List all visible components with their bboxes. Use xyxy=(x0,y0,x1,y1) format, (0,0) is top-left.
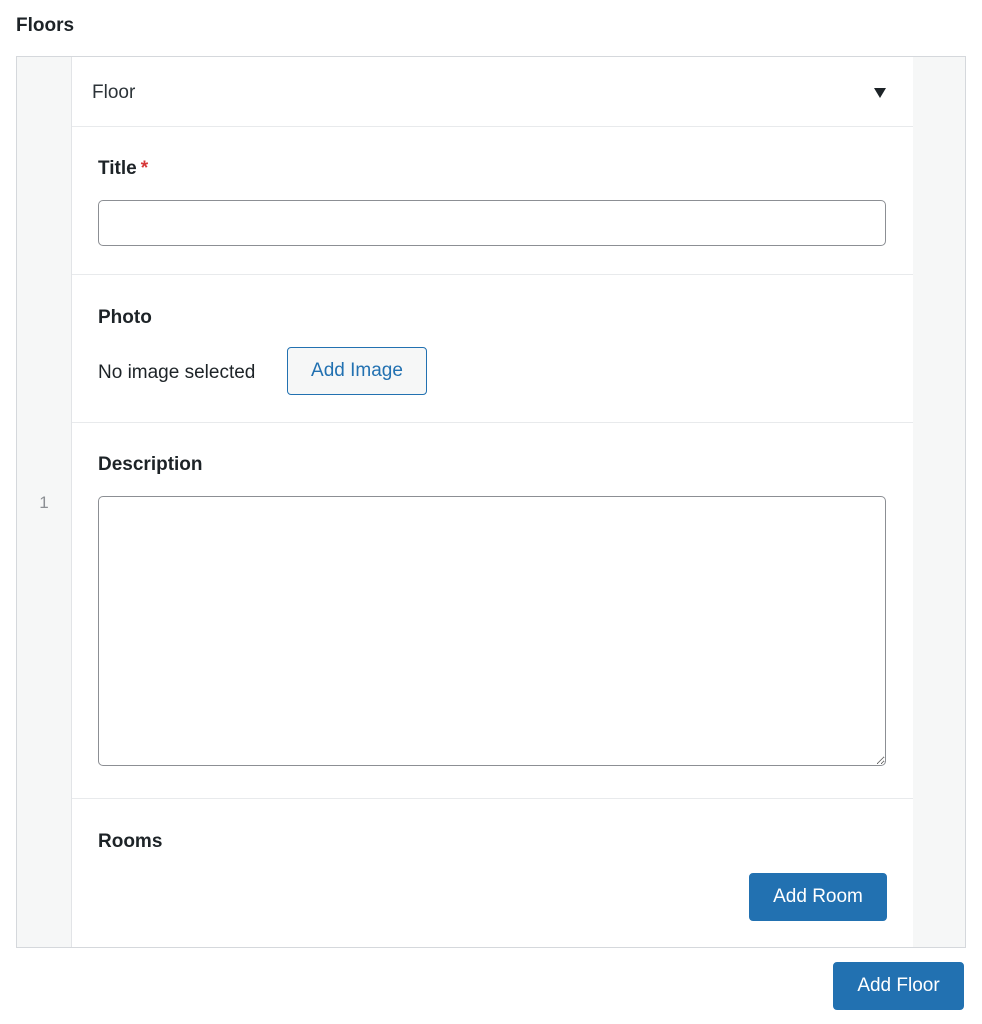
field-title: Title * xyxy=(72,127,913,275)
required-mark: * xyxy=(140,158,149,179)
layout-header[interactable]: Floor xyxy=(72,57,913,127)
photo-label: Photo xyxy=(98,307,152,328)
title-label-text: Title xyxy=(98,158,137,179)
caret-down-icon[interactable] xyxy=(874,88,886,98)
field-description: Description xyxy=(72,423,913,799)
field-photo: Photo No image selected Add Image xyxy=(72,275,913,423)
field-rooms: Rooms Add Room xyxy=(72,799,913,947)
rooms-label: Rooms xyxy=(98,831,163,852)
row-actions-column xyxy=(913,57,965,947)
floor-row: Floor Title * Photo No image selected Add… xyxy=(72,57,914,947)
add-floor-button[interactable]: Add Floor xyxy=(833,962,964,1010)
floors-section-title: Floors xyxy=(16,15,75,36)
title-input[interactable] xyxy=(98,200,886,246)
row-drag-handle[interactable]: 1 xyxy=(17,57,72,947)
description-textarea[interactable] xyxy=(98,496,886,766)
floors-repeater: 1 Floor Title * Photo No image selected A… xyxy=(16,56,966,948)
description-label: Description xyxy=(98,454,203,475)
layout-title: Floor xyxy=(92,82,136,103)
add-room-button[interactable]: Add Room xyxy=(749,873,887,921)
add-image-button[interactable]: Add Image xyxy=(287,347,427,395)
row-number: 1 xyxy=(39,493,49,512)
no-image-text: No image selected xyxy=(98,362,256,383)
title-label: Title * xyxy=(98,157,148,181)
